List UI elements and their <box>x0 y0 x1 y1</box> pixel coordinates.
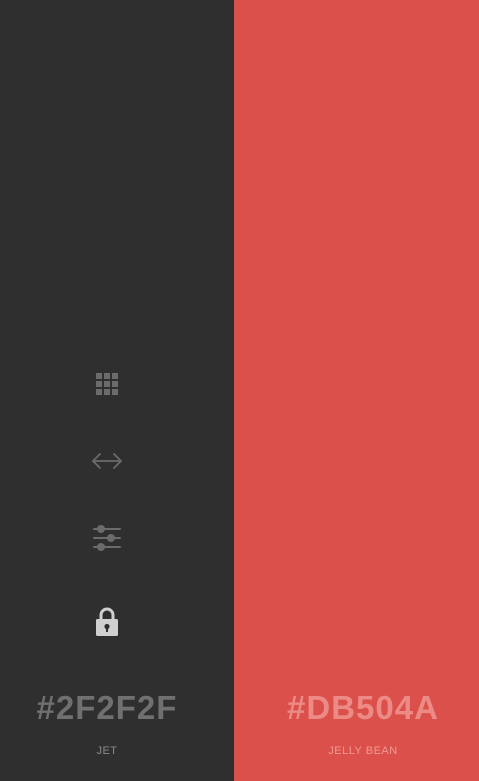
view-shades-button[interactable] <box>91 368 123 400</box>
color-palette: #2F2F2F JET #DB504A JELLY BEAN <box>0 0 479 781</box>
swatch-hex-code[interactable]: #2F2F2F <box>0 688 214 728</box>
swatch-jet[interactable]: #2F2F2F JET <box>0 0 234 781</box>
adjust-button[interactable] <box>91 522 123 554</box>
swatch-jelly-bean[interactable]: #DB504A JELLY BEAN <box>234 0 479 781</box>
lock-button[interactable] <box>91 606 123 638</box>
grid-icon <box>96 373 118 395</box>
swatch-toolbar <box>0 368 214 638</box>
swatch-color-name[interactable]: JET <box>0 744 214 758</box>
lock-icon <box>96 607 118 636</box>
sliders-icon <box>93 525 121 551</box>
horizontal-arrows-icon <box>92 453 122 469</box>
drag-button[interactable] <box>91 445 123 477</box>
swatch-color-name[interactable]: JELLY BEAN <box>234 744 479 758</box>
swatch-hex-code[interactable]: #DB504A <box>234 688 479 728</box>
